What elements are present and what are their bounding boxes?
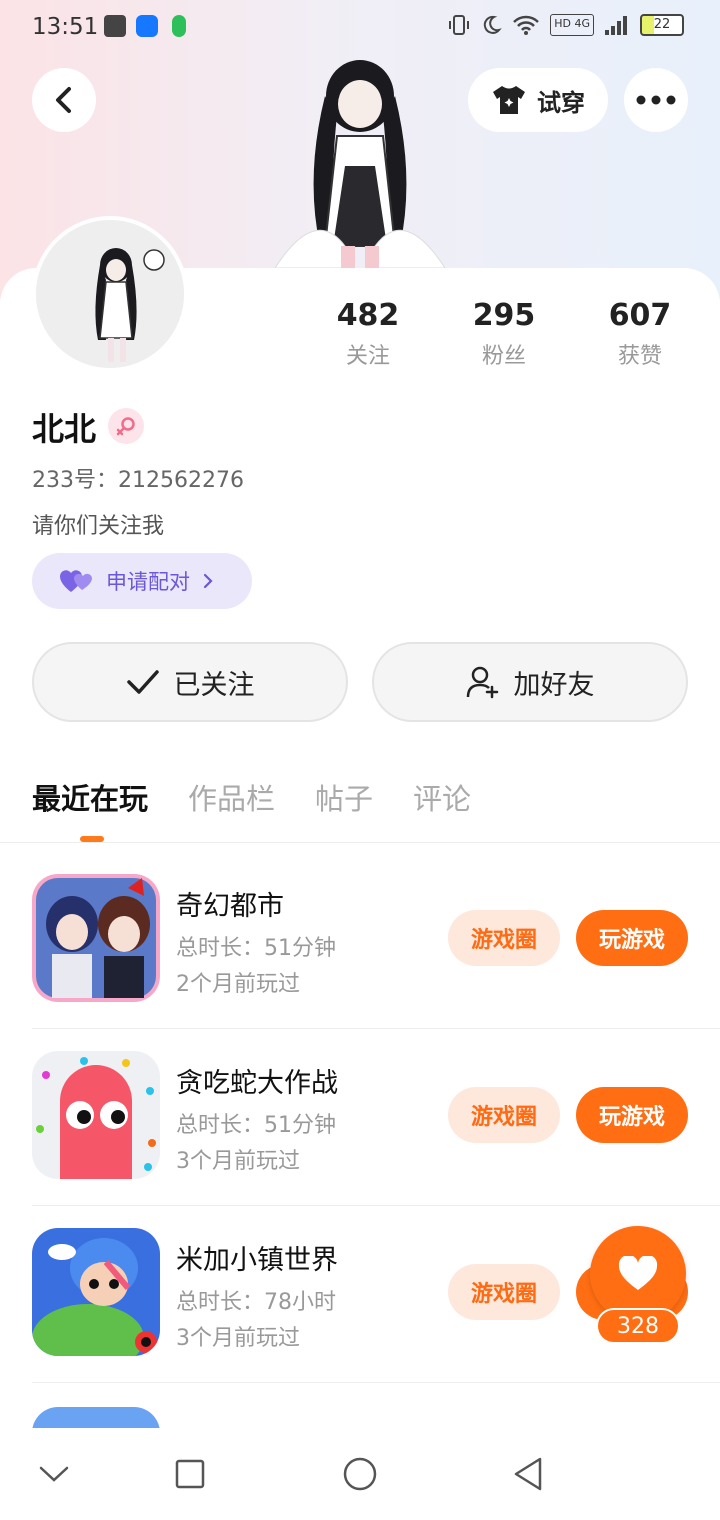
play-game-button[interactable]: 玩游戏 xyxy=(576,1087,688,1143)
bio: 请你们关注我 xyxy=(32,514,165,539)
add-friend-button[interactable]: 加好友 xyxy=(372,642,688,722)
wifi-icon xyxy=(513,15,540,35)
game-row[interactable]: 贪吃蛇大作战 总时长：51分钟 3个月前玩过 游戏圈 玩游戏 xyxy=(32,1029,720,1206)
followed-label: 已关注 xyxy=(173,669,255,701)
battery-icon: 22 xyxy=(640,14,684,36)
stat-following-label: 关注 xyxy=(345,344,390,369)
game-last-played: 2个月前玩过 xyxy=(176,972,300,997)
add-friend-label: 加好友 xyxy=(513,669,595,701)
game-last-played: 3个月前玩过 xyxy=(176,1326,300,1351)
try-on-label: 试穿 xyxy=(537,88,585,117)
vibrate-icon xyxy=(449,15,470,35)
divider xyxy=(0,842,720,843)
more-button[interactable] xyxy=(624,68,688,132)
game-icon-snake[interactable] xyxy=(32,1051,160,1179)
game-circle-button[interactable]: 游戏圈 xyxy=(448,910,560,966)
request-pair-label: 申请配对 xyxy=(106,570,190,594)
network-label: HD 4G xyxy=(550,14,594,36)
game-duration: 总时长：51分钟 xyxy=(176,936,336,961)
stat-likes-value: 607 xyxy=(608,298,672,333)
game-icon-fantasy-city[interactable] xyxy=(32,874,160,1002)
shield-icon xyxy=(136,15,158,37)
nickname: 北北 xyxy=(32,410,97,448)
tab-works[interactable]: 作品栏 xyxy=(188,776,275,818)
chevron-right-icon xyxy=(203,573,213,589)
game-duration: 总时长：51分钟 xyxy=(176,1113,336,1138)
avatar[interactable] xyxy=(32,216,188,372)
game-duration: 总时长：78小时 xyxy=(176,1290,336,1315)
tab-comments[interactable]: 评论 xyxy=(413,776,471,818)
game-name: 奇幻都市 xyxy=(176,891,284,922)
profile-stats: 482 关注 295 粉丝 607 获赞 xyxy=(300,296,720,370)
request-pair-button[interactable]: 申请配对 xyxy=(32,553,252,609)
mic-icon xyxy=(172,15,186,37)
check-icon xyxy=(126,670,159,694)
tab-posts[interactable]: 帖子 xyxy=(315,776,373,818)
game-circle-button[interactable]: 游戏圈 xyxy=(448,1087,560,1143)
avatar-character-figure xyxy=(274,56,446,269)
like-count: 328 xyxy=(596,1308,680,1344)
back-icon[interactable] xyxy=(508,1454,548,1494)
female-gender-icon xyxy=(108,408,144,444)
user-id: 233号：212562276 xyxy=(32,468,244,493)
home-icon[interactable] xyxy=(340,1454,380,1494)
recent-games-list: 奇幻都市 总时长：51分钟 2个月前玩过 游戏圈 玩游戏 贪吃蛇大作战 总时长：… xyxy=(0,852,720,1443)
stat-fans-label: 粉丝 xyxy=(481,344,526,369)
game-name: 贪吃蛇大作战 xyxy=(176,1068,338,1099)
game-last-played: 3个月前玩过 xyxy=(176,1149,300,1174)
game-name: 米加小镇世界 xyxy=(176,1245,338,1276)
hearts-icon xyxy=(60,570,92,592)
recents-icon[interactable] xyxy=(170,1454,210,1494)
status-time: 13:51 xyxy=(32,14,99,40)
stat-following-value: 482 xyxy=(336,298,400,333)
followed-button[interactable]: 已关注 xyxy=(32,642,348,722)
game-circle-button[interactable]: 游戏圈 xyxy=(448,1264,560,1320)
heart-icon xyxy=(618,1256,658,1290)
signal-icon xyxy=(605,16,627,35)
more-dots-icon xyxy=(636,95,676,105)
back-arrow-icon xyxy=(56,87,71,113)
moon-icon xyxy=(484,15,503,34)
tab-recently-played[interactable]: 最近在玩 xyxy=(32,776,148,818)
game-row[interactable]: 奇幻都市 总时长：51分钟 2个月前玩过 游戏圈 玩游戏 xyxy=(32,852,720,1029)
profile-tabs: 最近在玩 作品栏 帖子 评论 xyxy=(32,776,471,818)
stat-fans[interactable]: 295 粉丝 xyxy=(436,296,572,370)
stat-following[interactable]: 482 关注 xyxy=(300,296,436,370)
collapse-icon[interactable] xyxy=(34,1454,74,1494)
play-game-button[interactable]: 玩游戏 xyxy=(576,910,688,966)
try-on-button[interactable]: 试穿 xyxy=(468,68,608,132)
image-icon xyxy=(104,15,126,37)
back-button[interactable] xyxy=(32,68,96,132)
tshirt-icon xyxy=(493,86,525,114)
system-nav-bar xyxy=(0,1428,720,1520)
stat-likes-label: 获赞 xyxy=(617,344,662,369)
stat-fans-value: 295 xyxy=(472,298,536,333)
add-user-icon xyxy=(466,666,498,699)
stat-likes[interactable]: 607 获赞 xyxy=(572,296,708,370)
game-icon-miga-town[interactable] xyxy=(32,1228,160,1356)
status-bar: 13:51 HD 4G 22 xyxy=(0,0,720,56)
